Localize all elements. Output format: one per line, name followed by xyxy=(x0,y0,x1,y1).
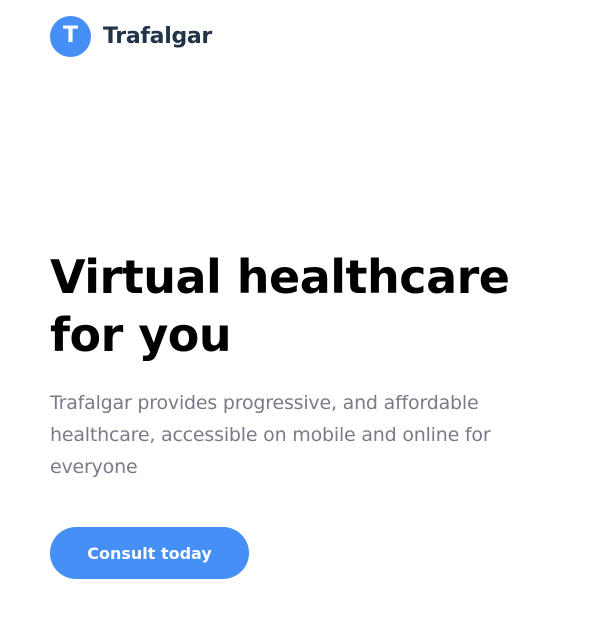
hero-section: Virtual healthcare for you xyxy=(50,248,550,364)
hero-title-line-2: for you xyxy=(50,308,232,362)
hero-description: Trafalgar provides progressive, and affo… xyxy=(50,392,491,478)
hero-title-line-1: Virtual healthcare xyxy=(50,250,510,304)
brand-name[interactable]: Trafalgar xyxy=(103,24,212,49)
logo-icon[interactable]: T xyxy=(50,15,91,57)
hero-title: Virtual healthcare for you xyxy=(50,248,550,364)
logo-letter: T xyxy=(62,23,78,48)
consult-today-button[interactable]: Consult today xyxy=(50,527,249,579)
site-header: T Trafalgar xyxy=(50,15,212,57)
